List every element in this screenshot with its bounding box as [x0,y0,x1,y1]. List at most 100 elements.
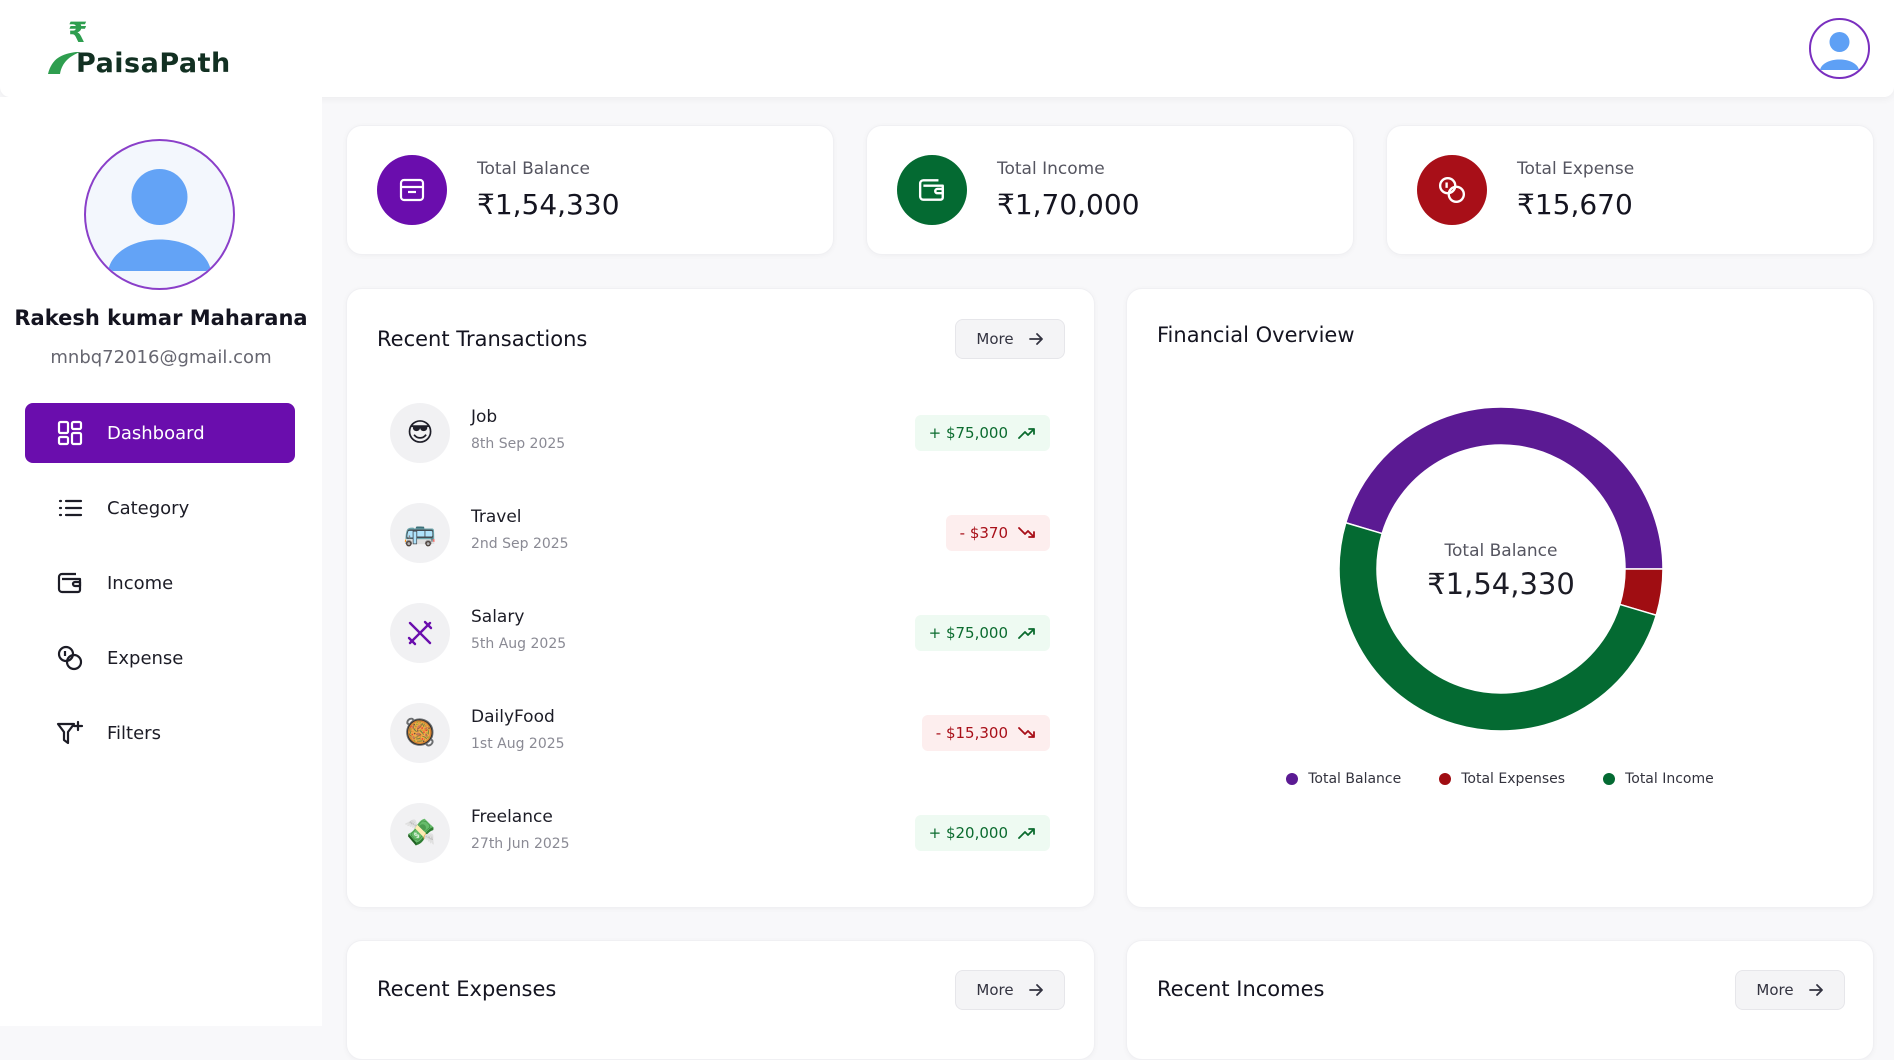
more-label: More [976,981,1014,999]
donut-chart: Total Balance ₹1,54,330 [1338,406,1664,732]
incomes-more-button[interactable]: More [1735,970,1845,1010]
sidebar-item-filters[interactable]: Filters [25,703,295,763]
trending-up-icon [1018,826,1036,840]
sunglasses-emoji-icon: 😎 [390,403,450,463]
sidebar-item-category[interactable]: Category [25,478,295,538]
svg-text:₹: ₹ [68,18,87,49]
legend-item[interactable]: Total Expenses [1439,771,1565,787]
wallet-icon [55,568,85,598]
sidebar-item-expense[interactable]: Expense [25,628,295,688]
app-name: PaisaPath [76,48,231,79]
card-title: Financial Overview [1157,323,1355,347]
stat-label: Total Balance [477,159,590,179]
card-title: Recent Transactions [377,327,588,351]
stat-value: ₹1,54,330 [477,188,620,221]
sidebar-item-label: Expense [107,647,184,669]
arrow-right-icon [1028,982,1044,998]
sidebar-item-dashboard[interactable]: Dashboard [25,403,295,463]
arrow-right-icon [1808,982,1824,998]
bus-emoji-icon: 🚌 [390,503,450,563]
transaction-amount-badge: - $370 [945,515,1050,551]
more-label: More [976,330,1014,348]
transaction-name: Freelance [471,807,553,827]
expenses-more-button[interactable]: More [955,970,1065,1010]
stat-label: Total Income [997,159,1105,179]
more-label: More [1756,981,1794,999]
transaction-row[interactable]: 🥘 DailyFood 1st Aug 2025 - $15,300 [390,701,1050,765]
stat-card-total-income: Total Income ₹1,70,000 [866,125,1354,255]
stat-label: Total Expense [1517,159,1635,179]
trending-down-icon [1018,726,1036,740]
sidebar-item-label: Filters [107,722,161,744]
coins-icon [55,643,85,673]
dashboard-icon [55,418,85,448]
legend-label: Total Expenses [1461,771,1566,787]
top-header: ₹ PaisaPath [0,0,1894,97]
sidebar-item-label: Income [107,572,174,594]
financial-overview-card: Financial Overview Total Balance ₹1,54,3… [1126,288,1874,908]
sidebar: Rakesh kumar Maharana mnbq72016@gmail.co… [0,97,322,1026]
card-title: Recent Incomes [1157,977,1325,1001]
sidebar-item-label: Category [107,497,190,519]
card-title: Recent Expenses [377,977,557,1001]
app-logo[interactable]: ₹ PaisaPath [46,18,236,79]
money-flying-emoji-icon: 💸 [390,803,450,863]
legend-label: Total Balance [1308,771,1402,787]
transaction-row[interactable]: 🚌 Travel 2nd Sep 2025 - $370 [390,501,1050,565]
donut-center-value: ₹1,54,330 [1427,567,1575,601]
transaction-amount: + $75,000 [928,624,1008,642]
transaction-date: 5th Aug 2025 [471,636,567,652]
legend-dot [1439,773,1452,785]
transaction-amount-badge: + $75,000 [914,415,1050,451]
profile-email: mnbq72016@gmail.com [50,347,272,368]
transaction-name: DailyFood [471,707,555,727]
coins-icon [1417,155,1487,225]
transaction-amount: - $15,300 [935,724,1008,742]
recent-expenses-card: Recent Expenses More [346,940,1095,1060]
transactions-more-button[interactable]: More [955,319,1065,359]
trending-down-icon [1018,526,1036,540]
transaction-amount: + $20,000 [928,824,1008,842]
transaction-amount-badge: - $15,300 [921,715,1050,751]
transaction-amount-badge: + $75,000 [914,615,1050,651]
transaction-amount: + $75,000 [928,424,1008,442]
transaction-name: Salary [471,607,525,627]
transaction-name: Job [471,407,498,427]
arrow-right-icon [1028,331,1044,347]
stat-value: ₹1,70,000 [997,188,1140,221]
filter-plus-icon [55,718,85,748]
header-user-avatar[interactable] [1809,18,1870,79]
profile-avatar[interactable] [84,139,235,290]
transaction-row[interactable]: Salary 5th Aug 2025 + $75,000 [390,601,1050,665]
transaction-date: 27th Jun 2025 [471,836,570,852]
legend-dot [1603,773,1616,785]
card-icon [377,155,447,225]
transaction-date: 8th Sep 2025 [471,436,566,452]
transaction-date: 2nd Sep 2025 [471,536,569,552]
user-avatar-icon [1820,32,1859,70]
transaction-row[interactable]: 😎 Job 8th Sep 2025 + $75,000 [390,401,1050,465]
transaction-name: Travel [471,507,522,527]
donut-center-label: Total Balance [1444,541,1558,561]
sidebar-item-income[interactable]: Income [25,553,295,613]
trending-up-icon [1018,626,1036,640]
stat-card-total-balance: Total Balance ₹1,54,330 [346,125,834,255]
user-avatar-icon [108,169,211,271]
stat-value: ₹15,670 [1517,188,1633,221]
utensils-icon [390,603,450,663]
legend-label: Total Income [1625,771,1714,787]
transaction-amount-badge: + $20,000 [914,815,1050,851]
recent-incomes-card: Recent Incomes More [1126,940,1874,1060]
transaction-amount: - $370 [959,524,1008,542]
list-icon [55,493,85,523]
transaction-row[interactable]: 💸 Freelance 27th Jun 2025 + $20,000 [390,801,1050,865]
trending-up-icon [1018,426,1036,440]
recent-transactions-card: Recent Transactions More 😎 Job 8th Sep 2… [346,288,1095,908]
profile-name: Rakesh kumar Maharana [14,306,308,330]
wallet-icon [897,155,967,225]
legend-item[interactable]: Total Income [1603,771,1714,787]
stat-card-total-expense: Total Expense ₹15,670 [1386,125,1874,255]
legend-item[interactable]: Total Balance [1286,771,1401,787]
food-pan-emoji-icon: 🥘 [390,703,450,763]
legend-dot [1286,773,1299,785]
